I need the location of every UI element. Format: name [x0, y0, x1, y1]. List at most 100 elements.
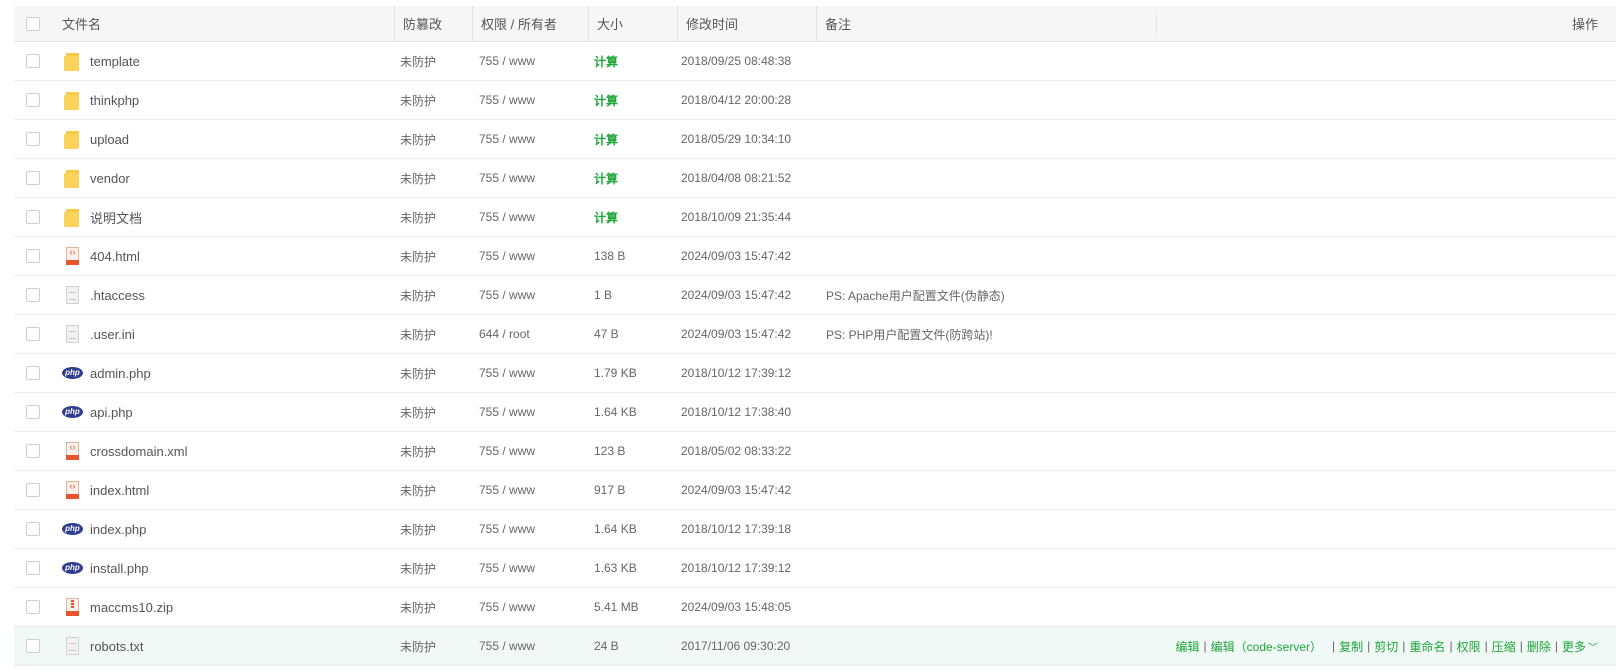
protect-status[interactable]: 未防护	[400, 510, 480, 548]
note[interactable]	[826, 510, 1156, 548]
file-name[interactable]: vendor	[90, 171, 130, 186]
action-compress-link[interactable]: 压缩	[1492, 638, 1516, 655]
file-name-cell[interactable]: 说明文档	[62, 198, 392, 236]
protect-status[interactable]: 未防护	[400, 354, 480, 392]
file-name-cell[interactable]: install.php	[62, 549, 392, 587]
row-checkbox[interactable]	[26, 93, 40, 107]
protect-status[interactable]: 未防护	[400, 237, 480, 275]
header-mtime[interactable]: 修改时间	[677, 6, 817, 41]
file-name[interactable]: robots.txt	[90, 639, 143, 654]
note[interactable]	[826, 198, 1156, 236]
permission-owner[interactable]: 755 / www	[479, 549, 589, 587]
row-checkbox[interactable]	[26, 561, 40, 575]
permission-owner[interactable]: 755 / www	[479, 354, 589, 392]
permission-owner[interactable]: 755 / www	[479, 120, 589, 158]
note[interactable]	[826, 627, 1156, 665]
protect-status[interactable]: 未防护	[400, 471, 480, 509]
row-checkbox[interactable]	[26, 522, 40, 536]
row-checkbox[interactable]	[26, 483, 40, 497]
table-row[interactable]: 404.html 未防护755 / www 138 B 2024/09/03 15:4…	[14, 237, 1616, 276]
row-checkbox[interactable]	[26, 444, 40, 458]
table-row[interactable]: index.php 未防护755 / www 1.64 KB 2018/10/12 1…	[14, 510, 1616, 549]
action-more-link[interactable]: 更多	[1562, 638, 1586, 655]
file-name-cell[interactable]: .user.ini	[62, 315, 392, 353]
table-row[interactable]: api.php 未防护755 / www 1.64 KB 2018/10/12 17:…	[14, 393, 1616, 432]
file-name[interactable]: .user.ini	[90, 327, 135, 342]
header-size[interactable]: 大小	[588, 6, 678, 41]
size-calc-link[interactable]: 计算	[594, 120, 684, 158]
file-name[interactable]: crossdomain.xml	[90, 444, 188, 459]
action-permission-link[interactable]: 权限	[1457, 638, 1481, 655]
table-row[interactable]: robots.txt 未防护 755 / www 24 B 2017/11/06 09:…	[14, 627, 1616, 666]
table-row[interactable]: maccms10.zip 未防护 755 / www 5.41 MB 2024/09/0…	[14, 588, 1616, 627]
row-checkbox[interactable]	[26, 249, 40, 263]
file-name[interactable]: maccms10.zip	[90, 600, 173, 615]
row-checkbox[interactable]	[26, 639, 40, 653]
note[interactable]	[826, 549, 1156, 587]
note[interactable]	[826, 588, 1156, 626]
protect-status[interactable]: 未防护	[400, 627, 480, 665]
table-row[interactable]: thinkphp 未防护 755 / www 计算 2018/04/12 20:00:2…	[14, 81, 1616, 120]
row-checkbox[interactable]	[26, 327, 40, 341]
permission-owner[interactable]: 755 / www	[479, 81, 589, 119]
file-name[interactable]: template	[90, 54, 140, 69]
row-checkbox[interactable]	[26, 405, 40, 419]
action-edit-code-server-link[interactable]: 编辑（code-server）	[1211, 638, 1322, 655]
protect-status[interactable]: 未防护	[400, 549, 480, 587]
note[interactable]	[826, 42, 1156, 80]
row-checkbox[interactable]	[26, 288, 40, 302]
permission-owner[interactable]: 755 / www	[479, 237, 589, 275]
file-name[interactable]: 说明文档	[90, 208, 142, 227]
protect-status[interactable]: 未防护	[400, 159, 480, 197]
table-row[interactable]: 说明文档 未防护 755 / www 计算 2018/10/09 21:35:44	[14, 198, 1616, 237]
size-calc-link[interactable]: 计算	[594, 159, 684, 197]
file-name-cell[interactable]: index.php	[62, 510, 392, 548]
permission-owner[interactable]: 755 / www	[479, 42, 589, 80]
permission-owner[interactable]: 755 / www	[479, 393, 589, 431]
file-name-cell[interactable]: .htaccess	[62, 276, 392, 314]
size-calc-link[interactable]: 计算	[594, 198, 684, 236]
file-name-cell[interactable]: crossdomain.xml	[62, 432, 392, 470]
note[interactable]	[826, 432, 1156, 470]
file-name-cell[interactable]: maccms10.zip	[62, 588, 392, 626]
action-rename-link[interactable]: 重命名	[1409, 638, 1445, 655]
note[interactable]	[826, 159, 1156, 197]
permission-owner[interactable]: 755 / www	[479, 432, 589, 470]
file-name-cell[interactable]: admin.php	[62, 354, 392, 392]
table-row[interactable]: index.html 未防护755 / www 917 B 2024/09/03 15…	[14, 471, 1616, 510]
permission-owner[interactable]: 755 / www	[479, 588, 589, 626]
permission-owner[interactable]: 644 / root	[479, 315, 589, 353]
table-row[interactable]: crossdomain.xml 未防护755 / www 123 B 2018/05/…	[14, 432, 1616, 471]
file-name-cell[interactable]: upload	[62, 120, 392, 158]
table-row[interactable]: vendor 未防护 755 / www 计算 2018/04/08 08:21:52	[14, 159, 1616, 198]
row-checkbox[interactable]	[26, 210, 40, 224]
select-all-checkbox[interactable]	[26, 16, 40, 31]
table-row[interactable]: admin.php 未防护755 / www 1.79 KB 2018/10/12 1…	[14, 354, 1616, 393]
protect-status[interactable]: 未防护	[400, 393, 480, 431]
file-name-cell[interactable]: robots.txt	[62, 627, 392, 665]
table-row[interactable]: install.php 未防护755 / www 1.63 KB 2018/10/12…	[14, 549, 1616, 588]
header-perm[interactable]: 权限 / 所有者	[472, 6, 582, 41]
file-name[interactable]: admin.php	[90, 366, 151, 381]
protect-status[interactable]: 未防护	[400, 42, 480, 80]
table-row[interactable]: template 未防护 755 / www 计算 2018/09/25 08:48:3…	[14, 42, 1616, 81]
row-checkbox[interactable]	[26, 132, 40, 146]
permission-owner[interactable]: 755 / www	[479, 159, 589, 197]
action-copy-link[interactable]: 复制	[1339, 638, 1363, 655]
file-name-cell[interactable]: template	[62, 42, 392, 80]
row-checkbox[interactable]	[26, 366, 40, 380]
file-name[interactable]: install.php	[90, 561, 149, 576]
table-row[interactable]: .htaccess 未防护 755 / www 1 B 2024/09/03 15:47…	[14, 276, 1616, 315]
file-name[interactable]: .htaccess	[90, 288, 145, 303]
table-row[interactable]: .user.ini 未防护 644 / root 47 B 2024/09/03 15:…	[14, 315, 1616, 354]
protect-status[interactable]: 未防护	[400, 432, 480, 470]
file-name[interactable]: upload	[90, 132, 129, 147]
header-protect[interactable]: 防篡改	[394, 6, 474, 41]
file-name[interactable]: api.php	[90, 405, 133, 420]
file-name[interactable]: index.html	[90, 483, 149, 498]
row-checkbox[interactable]	[26, 171, 40, 185]
action-cut-link[interactable]: 剪切	[1374, 638, 1398, 655]
file-name[interactable]: index.php	[90, 522, 146, 537]
permission-owner[interactable]: 755 / www	[479, 510, 589, 548]
file-name-cell[interactable]: 404.html	[62, 237, 392, 275]
